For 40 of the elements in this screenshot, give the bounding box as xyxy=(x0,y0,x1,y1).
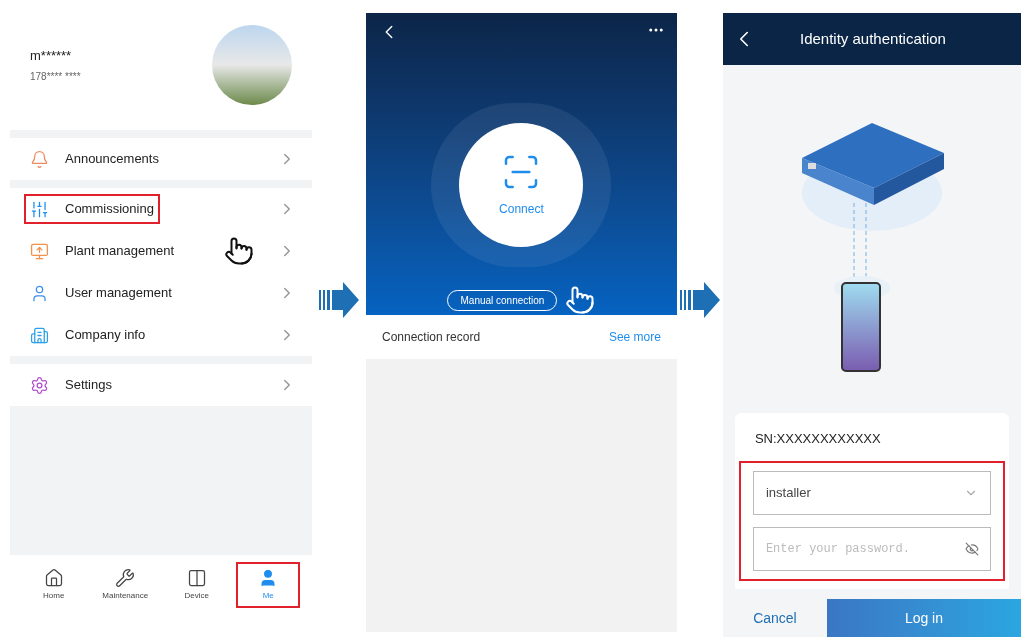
menu-label: Commissioning xyxy=(65,200,154,219)
login-button[interactable]: Log in xyxy=(826,599,1021,637)
see-more-link[interactable]: See more xyxy=(608,328,661,346)
user-select[interactable]: installer xyxy=(752,470,991,515)
sliders-icon xyxy=(30,199,49,219)
menu-label: Plant management xyxy=(65,242,175,261)
arrow-icon xyxy=(679,282,720,318)
hand-pointer-icon xyxy=(224,236,254,266)
screen-title: Identity authentication xyxy=(799,28,947,49)
menu-label: User management xyxy=(65,284,172,303)
cabinet-icon xyxy=(186,568,207,588)
tab-bar-item[interactable]: Home xyxy=(21,562,86,608)
gear-icon xyxy=(30,375,49,395)
person-icon xyxy=(30,283,49,303)
monitor-icon xyxy=(30,241,49,261)
menu-label: Company info xyxy=(65,326,146,345)
connect-button[interactable]: Connect xyxy=(459,123,584,247)
tab-bar-item[interactable]: Device xyxy=(164,562,229,608)
menu-label: Settings xyxy=(65,376,112,395)
serial-number: SN:XXXXXXXXXXXX xyxy=(753,430,882,448)
arrow-icon xyxy=(319,282,359,318)
menu-item[interactable]: Settings xyxy=(10,364,312,406)
tab-bar-item[interactable]: Maintenance xyxy=(93,562,158,608)
menu-item[interactable]: Plant management xyxy=(10,230,312,272)
phone-number: 178**** **** xyxy=(30,70,81,85)
section-title: Connection record xyxy=(382,329,481,346)
cancel-button[interactable]: Cancel xyxy=(722,599,827,637)
home-icon xyxy=(43,568,64,588)
wrench-icon xyxy=(115,568,136,588)
tab-bar-item[interactable]: Me xyxy=(236,562,301,608)
menu-item[interactable]: User management xyxy=(10,272,312,314)
menu-item[interactable]: Commissioning xyxy=(10,188,312,230)
eye-off-icon xyxy=(965,541,979,556)
menu-item[interactable]: Announcements xyxy=(10,138,312,180)
menu-label: Announcements xyxy=(65,150,159,169)
menu-item[interactable]: Company info xyxy=(10,314,312,356)
bell-icon xyxy=(30,149,49,169)
password-field[interactable]: Enter your password. xyxy=(752,526,991,571)
building-icon xyxy=(30,325,49,345)
user-name: m****** xyxy=(30,46,73,65)
